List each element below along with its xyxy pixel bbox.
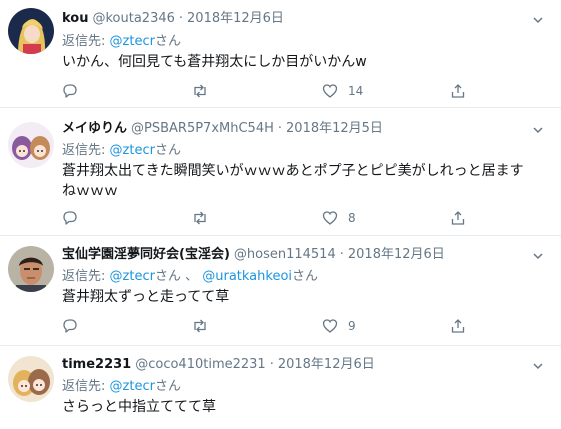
user-handle[interactable]: @hosen114514 (234, 247, 336, 262)
reply-icon (63, 84, 77, 98)
like-icon (322, 211, 338, 225)
avatar[interactable] (8, 8, 54, 54)
user-handle[interactable]: @coco410time2231 (135, 357, 265, 372)
reply-prefix: 返信先: (62, 143, 106, 158)
reply-button[interactable] (62, 316, 78, 336)
mention-link[interactable]: @ztecr (110, 34, 155, 49)
reply-prefix: 返信先: (62, 379, 106, 394)
reply-context: 返信先: @ztecrさん 、 @uratkahkeoiさん (62, 268, 318, 286)
chevron-down-icon[interactable] (531, 249, 545, 263)
mention-suffix: さん (154, 379, 181, 394)
avatar[interactable] (8, 356, 54, 402)
retweet-icon (194, 84, 206, 98)
tweet-date[interactable]: 2018年12月6日 (348, 247, 445, 262)
chevron-down-icon[interactable] (531, 123, 545, 137)
tweet-text-line: 蒼井翔太出てきた瞬間笑いがｗｗｗあとポプ子とピピ美がしれっと居ます (62, 163, 524, 179)
tweet-date[interactable]: 2018年12月5日 (286, 121, 383, 136)
tweet[interactable]: メイゆりん @PSBAR5P7xMhC54H · 2018年12月5日 返信先: @z… (0, 108, 561, 236)
like-button[interactable]: 14 (322, 81, 363, 101)
display-name[interactable]: 宝仙学園淫夢同好会(宝淫会) (62, 247, 230, 262)
tweet-text: さらっと中指立ててて草 (62, 399, 216, 415)
chevron-down-icon[interactable] (531, 13, 545, 27)
mention-suffix: さん (154, 143, 181, 158)
mention-link[interactable]: @ztecr (110, 379, 155, 394)
tweet-text: いかん、何回見ても蒼井翔太にしか目がいかんw (62, 54, 367, 70)
share-icon (451, 319, 465, 333)
separator: · (269, 357, 274, 372)
tweet-actions: 9 (62, 316, 482, 336)
tweet-header: メイゆりん @PSBAR5P7xMhC54H · 2018年12月5日 (62, 120, 383, 138)
tweet-header: kou @kouta2346 · 2018年12月6日 (62, 10, 284, 28)
share-icon (451, 84, 465, 98)
avatar[interactable] (8, 122, 54, 168)
reply-button[interactable] (62, 81, 78, 101)
separator: · (178, 11, 184, 26)
like-button[interactable]: 9 (322, 316, 356, 336)
share-button[interactable] (450, 208, 466, 228)
reply-context: 返信先: @ztecrさん (62, 378, 181, 396)
user-handle[interactable]: @PSBAR5P7xMhC54H (131, 121, 274, 136)
tweet-text: 蒼井翔太ずっと走ってて草 (62, 289, 230, 305)
reply-context: 返信先: @ztecrさん (62, 142, 181, 160)
retweet-button[interactable] (192, 81, 208, 101)
reply-icon (63, 211, 77, 225)
like-count: 8 (348, 211, 356, 225)
tweet-date[interactable]: 2018年12月6日 (187, 11, 284, 26)
tweet-actions: 14 (62, 81, 482, 101)
reply-prefix: 返信先: (62, 34, 106, 49)
share-icon (451, 211, 465, 225)
like-count: 14 (348, 84, 364, 98)
mention-suffix: さん (154, 34, 181, 49)
retweet-button[interactable] (192, 316, 208, 336)
tweet-date[interactable]: 2018年12月6日 (278, 357, 375, 372)
display-name[interactable]: メイゆりん (62, 121, 127, 136)
reply-prefix: 返信先: (62, 269, 106, 284)
share-button[interactable] (450, 81, 466, 101)
tweet-text: 蒼井翔太出てきた瞬間笑いがｗｗｗあとポプ子とピピ美がしれっと居ます ねｗｗｗ (62, 161, 542, 201)
tweet-text-line: ねｗｗｗ (62, 183, 118, 199)
mention-link[interactable]: @ztecr (110, 269, 155, 284)
like-icon (322, 84, 338, 98)
like-count: 9 (348, 319, 356, 333)
mention-link[interactable]: @ztecr (110, 143, 155, 158)
user-handle[interactable]: @kouta2346 (92, 11, 174, 26)
tweet-actions: 8 (62, 208, 482, 228)
mention-suffix: さん 、 (154, 269, 199, 284)
tweet[interactable]: kou @kouta2346 · 2018年12月6日 返信先: @ztecrさん い… (0, 0, 561, 108)
retweet-icon (194, 319, 206, 333)
like-icon (322, 319, 338, 333)
avatar[interactable] (8, 246, 54, 292)
tweet[interactable]: time2231 @coco410time2231 · 2018年12月6日 返信先:… (0, 346, 561, 429)
tweet-header: 宝仙学園淫夢同好会(宝淫会) @hosen114514 · 2018年12月6日 (62, 246, 445, 264)
mention-link[interactable]: @uratkahkeoi (202, 269, 292, 284)
retweet-button[interactable] (192, 208, 208, 228)
mention-suffix: さん (292, 269, 319, 284)
retweet-icon (194, 211, 206, 225)
chevron-down-icon[interactable] (531, 359, 545, 373)
separator: · (277, 121, 283, 136)
tweet-header: time2231 @coco410time2231 · 2018年12月6日 (62, 356, 375, 374)
like-button[interactable]: 8 (322, 208, 356, 228)
separator: · (339, 247, 344, 262)
reply-icon (63, 319, 77, 333)
tweet[interactable]: 宝仙学園淫夢同好会(宝淫会) @hosen114514 · 2018年12月6日 返信… (0, 236, 561, 346)
share-button[interactable] (450, 316, 466, 336)
reply-button[interactable] (62, 208, 78, 228)
display-name[interactable]: time2231 (62, 357, 131, 372)
reply-context: 返信先: @ztecrさん (62, 33, 181, 51)
display-name[interactable]: kou (62, 11, 88, 26)
